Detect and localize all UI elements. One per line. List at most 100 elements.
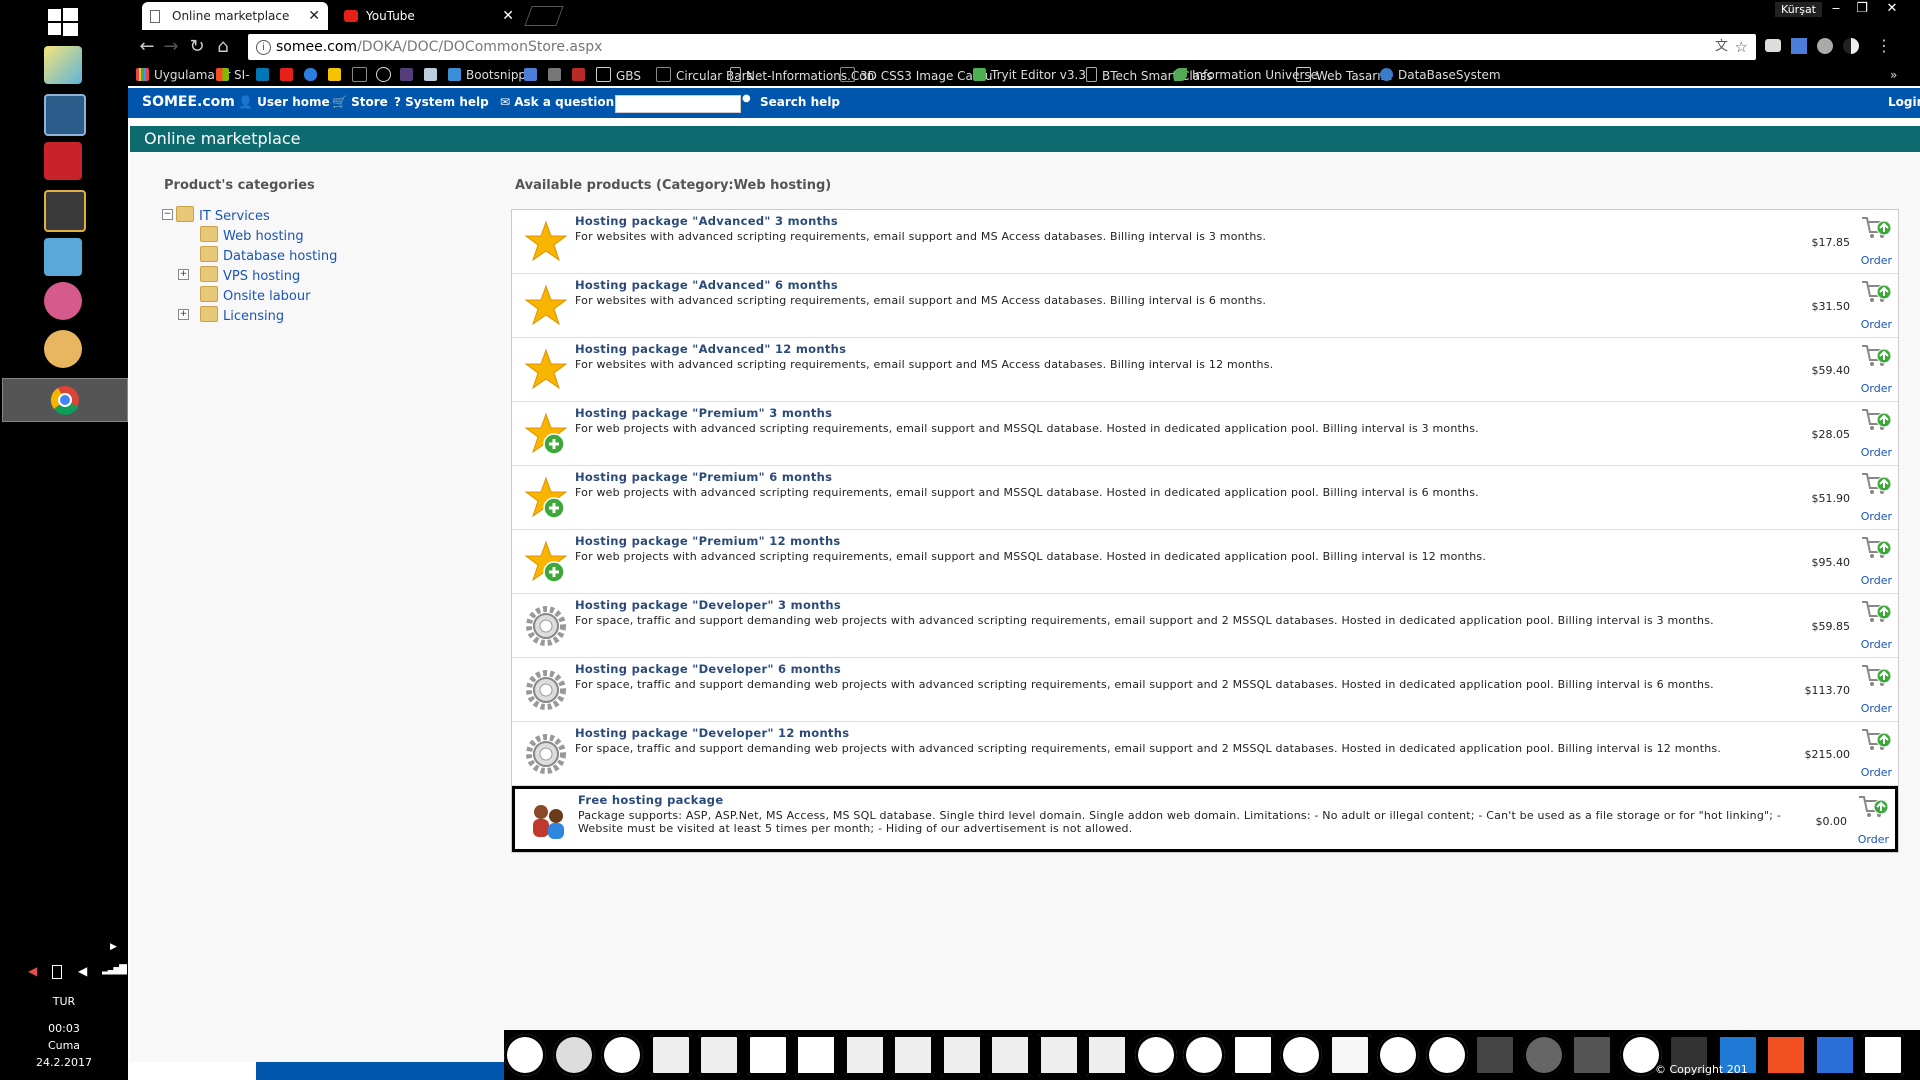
firefox-icon[interactable] bbox=[552, 1034, 595, 1076]
new-tab-button[interactable] bbox=[524, 6, 564, 26]
site-info-icon[interactable]: i bbox=[256, 40, 271, 55]
category-item[interactable]: Licensing bbox=[200, 306, 284, 324]
powerpoint-icon[interactable] bbox=[1037, 1034, 1080, 1076]
chrome-menu-icon[interactable]: ⋮ bbox=[1876, 36, 1892, 55]
utorrent-icon[interactable] bbox=[1134, 1034, 1177, 1076]
bookmark-12[interactable] bbox=[524, 67, 542, 83]
palette-app-icon[interactable] bbox=[44, 330, 82, 368]
access-icon[interactable] bbox=[940, 1034, 983, 1076]
toolbox-app-icon[interactable] bbox=[44, 142, 82, 180]
system-help-link[interactable]: ? System help bbox=[394, 95, 489, 109]
excel-icon[interactable] bbox=[1086, 1034, 1128, 1076]
bookmark-gbs[interactable]: GBS bbox=[596, 67, 641, 84]
bookmark-si[interactable]: SI- bbox=[216, 67, 250, 83]
tab-youtube[interactable]: YouTube ✕ bbox=[336, 2, 522, 30]
extension-translate-icon[interactable] bbox=[1791, 38, 1807, 54]
language-indicator[interactable]: TUR bbox=[0, 995, 128, 1008]
product-name[interactable]: Hosting package "Premium" 12 months bbox=[575, 534, 841, 548]
visual-studio-icon[interactable] bbox=[746, 1034, 789, 1076]
address-bar[interactable]: i somee.com/DOKA/DOC/DOCommonStore.aspx … bbox=[248, 34, 1756, 60]
notebook-app-icon[interactable] bbox=[44, 238, 82, 276]
ask-question-link[interactable]: ✉ Ask a question bbox=[500, 95, 614, 109]
minimize-button[interactable]: ‒ bbox=[1822, 0, 1850, 20]
folder-app-icon[interactable] bbox=[44, 46, 82, 84]
tree-expander-icon[interactable]: − bbox=[162, 209, 173, 220]
bootstrap-b-icon[interactable] bbox=[1813, 1034, 1856, 1076]
acrobat-icon[interactable] bbox=[1474, 1034, 1516, 1076]
bookmark-databasesystem[interactable]: DataBaseSystem bbox=[1380, 67, 1501, 83]
tools-app-icon[interactable] bbox=[44, 190, 86, 232]
add-to-cart-icon[interactable] bbox=[1857, 793, 1889, 821]
category-item[interactable]: Web hosting bbox=[200, 226, 304, 244]
home-button[interactable]: ⌂ bbox=[212, 36, 234, 58]
category-item[interactable]: IT Services bbox=[176, 206, 270, 224]
order-link[interactable]: Order bbox=[1858, 833, 1889, 846]
order-link[interactable]: Order bbox=[1861, 382, 1892, 395]
add-to-cart-icon[interactable] bbox=[1860, 470, 1892, 498]
product-name[interactable]: Free hosting package bbox=[578, 793, 723, 807]
network-icon[interactable]: ▂▃▅▇ bbox=[102, 964, 127, 975]
teamviewer-icon[interactable] bbox=[1377, 1034, 1419, 1076]
profile-button[interactable]: Kürşat bbox=[1775, 2, 1822, 17]
tree-expander-icon[interactable]: + bbox=[178, 269, 189, 280]
back-button[interactable]: ← bbox=[136, 36, 158, 58]
product-name[interactable]: Hosting package "Advanced" 6 months bbox=[575, 278, 838, 292]
order-link[interactable]: Order bbox=[1861, 702, 1892, 715]
product-name[interactable]: Hosting package "Advanced" 12 months bbox=[575, 342, 846, 356]
restore-button[interactable]: ❐ bbox=[1848, 0, 1876, 20]
reload-button[interactable]: ↻ bbox=[186, 36, 208, 58]
volume-icon[interactable]: ◀ bbox=[78, 964, 87, 978]
user-home-link[interactable]: 👤 User home bbox=[238, 95, 330, 109]
windows-start-icon[interactable] bbox=[48, 8, 78, 36]
add-to-cart-icon[interactable] bbox=[1860, 406, 1892, 434]
category-item[interactable]: Onsite labour bbox=[200, 286, 310, 304]
bookmark-bootsnipp[interactable]: Bootsnipp bbox=[448, 67, 526, 83]
search-help-link[interactable]: Search help bbox=[760, 95, 840, 109]
add-to-cart-icon[interactable] bbox=[1860, 598, 1892, 626]
cloud-drive-icon[interactable] bbox=[649, 1034, 692, 1076]
extension-cloud-icon[interactable] bbox=[1817, 38, 1833, 54]
order-link[interactable]: Order bbox=[1861, 574, 1892, 587]
bookmark-youtube[interactable] bbox=[280, 67, 298, 83]
site-brand[interactable]: SOMEE.com bbox=[142, 94, 235, 110]
photoshop-icon[interactable] bbox=[795, 1034, 837, 1076]
product-name[interactable]: Hosting package "Advanced" 3 months bbox=[575, 214, 838, 228]
vlc-icon[interactable] bbox=[1328, 1034, 1371, 1076]
extension-chat-icon[interactable] bbox=[1765, 39, 1781, 52]
forward-button[interactable]: → bbox=[160, 36, 182, 58]
close-tab-icon[interactable]: ✕ bbox=[502, 2, 514, 30]
close-window-button[interactable]: ✕ bbox=[1878, 0, 1906, 20]
order-link[interactable]: Order bbox=[1861, 254, 1892, 267]
bookmark-14[interactable] bbox=[572, 67, 590, 83]
bookmark-tryit[interactable]: Tryit Editor v3.3 bbox=[973, 67, 1086, 83]
bookmark-3d-css3[interactable]: 3D CSS3 Image Carou bbox=[840, 67, 993, 84]
store-link[interactable]: 🛒 Store bbox=[332, 95, 388, 109]
product-name[interactable]: Hosting package "Developer" 12 months bbox=[575, 726, 849, 740]
product-name[interactable]: Hosting package "Premium" 6 months bbox=[575, 470, 832, 484]
order-link[interactable]: Order bbox=[1861, 318, 1892, 331]
download-icon[interactable] bbox=[1231, 1034, 1274, 1076]
product-name[interactable]: Hosting package "Developer" 3 months bbox=[575, 598, 841, 612]
add-to-cart-icon[interactable] bbox=[1860, 534, 1892, 562]
add-to-cart-icon[interactable] bbox=[1860, 214, 1892, 242]
add-to-cart-icon[interactable] bbox=[1860, 278, 1892, 306]
battery-icon[interactable] bbox=[52, 965, 62, 979]
tray-expand-icon[interactable]: ▶ bbox=[110, 942, 117, 952]
extension-contrast-icon[interactable] bbox=[1843, 38, 1859, 54]
bookmark-10[interactable] bbox=[424, 67, 442, 83]
add-to-cart-icon[interactable] bbox=[1860, 342, 1892, 370]
order-link[interactable]: Order bbox=[1861, 510, 1892, 523]
order-link[interactable]: Order bbox=[1861, 446, 1892, 459]
bookmark-onedrive[interactable] bbox=[304, 67, 322, 83]
obs-icon[interactable] bbox=[1522, 1034, 1565, 1076]
order-link[interactable]: Order bbox=[1861, 638, 1892, 651]
close-tab-icon[interactable]: ✕ bbox=[308, 2, 320, 30]
settings-icon[interactable] bbox=[1425, 1034, 1468, 1076]
tree-expander-icon[interactable]: + bbox=[178, 309, 189, 320]
paw-icon[interactable] bbox=[1280, 1034, 1322, 1076]
bookmark-13[interactable] bbox=[548, 67, 566, 83]
gazi-icon[interactable] bbox=[1862, 1034, 1904, 1076]
bookmark-linkedin[interactable] bbox=[256, 67, 274, 83]
paint-app-icon[interactable] bbox=[44, 282, 82, 320]
bookmark-star-icon[interactable]: ☆ bbox=[1735, 34, 1748, 60]
